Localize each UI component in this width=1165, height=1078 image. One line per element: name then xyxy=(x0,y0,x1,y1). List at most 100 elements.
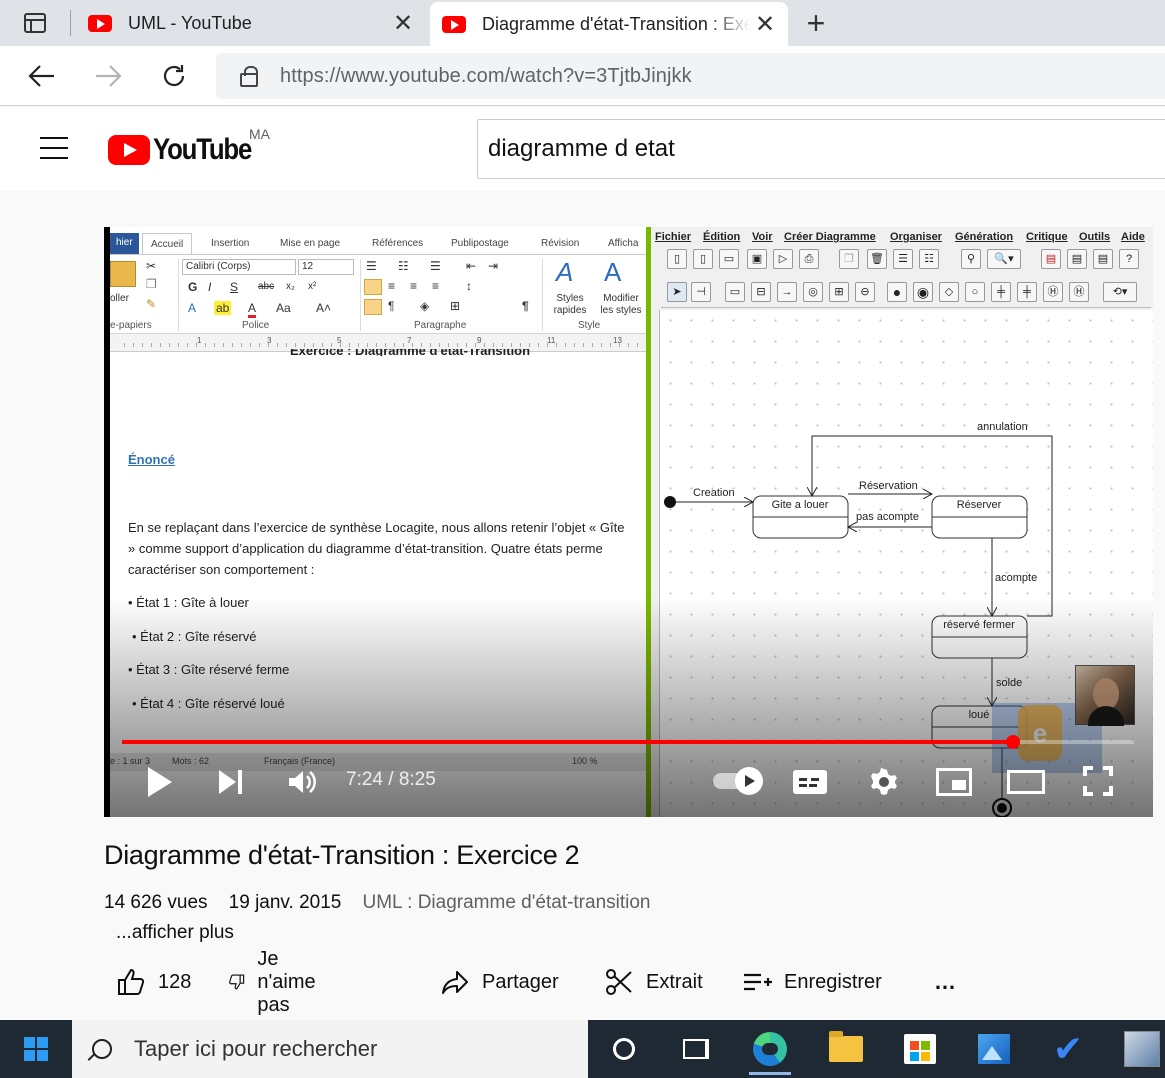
strikethrough-icon: abc xyxy=(258,281,275,292)
word-tab-file: hier xyxy=(110,233,139,255)
tab-close-icon[interactable]: ✕ xyxy=(750,10,780,39)
submachine-tool-icon: ⊞ xyxy=(829,282,849,302)
save-button[interactable]: Enregistrer xyxy=(742,962,882,1002)
presenter-webcam-thumbnail xyxy=(1075,665,1135,726)
mute-button[interactable] xyxy=(284,764,320,800)
word-tab: Révision xyxy=(541,238,580,249)
store-icon xyxy=(904,1034,936,1064)
playlist-link[interactable]: UML : Diagramme d'état-transition xyxy=(362,892,650,913)
checkmark-icon: ✔ xyxy=(1052,1028,1084,1069)
align-left-icon xyxy=(364,279,382,295)
print-icon: ⎙ xyxy=(799,249,819,269)
ruler-number: 9 xyxy=(477,336,482,345)
app-icon xyxy=(1124,1031,1160,1067)
browser-tab-active[interactable]: Diagramme d'état-Transition : Exercice 2… xyxy=(430,2,788,46)
open-icon: ▭ xyxy=(719,249,739,269)
uml-menu-item: Créer Diagramme xyxy=(784,231,876,243)
tab-separator xyxy=(70,10,71,36)
menu-hamburger-icon[interactable] xyxy=(40,137,68,159)
edge-icon xyxy=(753,1032,787,1066)
font-name-field: Calibri (Corps) xyxy=(182,259,296,275)
find-icon: ⚲ xyxy=(961,249,981,269)
tab-close-icon[interactable]: ✕ xyxy=(388,9,418,38)
file-explorer-button[interactable] xyxy=(827,1030,865,1068)
svg-text:Gite a louer: Gite a louer xyxy=(772,499,829,511)
notes-icon: ▤ xyxy=(1067,249,1087,269)
new-tab-button[interactable]: + xyxy=(798,4,834,42)
pinned-app-button[interactable] xyxy=(1123,1030,1161,1068)
task-view-button[interactable] xyxy=(677,1030,715,1068)
indent-icon: ⇤ xyxy=(466,259,477,273)
lock-icon[interactable] xyxy=(240,66,258,87)
settings-button[interactable] xyxy=(866,764,902,800)
thumbs-up-icon xyxy=(118,968,145,995)
word-tab: Références xyxy=(372,238,424,249)
theater-mode-button[interactable] xyxy=(1006,765,1046,799)
align-right-icon: ≡ xyxy=(410,279,418,293)
taskbar-search-placeholder[interactable]: Taper ici pour rechercher xyxy=(134,1036,377,1062)
photos-icon xyxy=(978,1034,1010,1064)
clip-button[interactable]: Extrait xyxy=(604,962,703,1002)
justify-icon: ≡ xyxy=(432,279,440,293)
video-player[interactable]: hier Accueil Insertion Mise en page Réfé… xyxy=(104,227,1153,817)
ruler-number: 5 xyxy=(337,336,342,345)
subtitles-button[interactable] xyxy=(792,765,828,799)
youtube-logo[interactable]: YouTube xyxy=(108,133,267,167)
more-tools-icon: ⟲▾ xyxy=(1103,282,1137,302)
start-button[interactable] xyxy=(0,1020,72,1078)
dislike-button[interactable]: Je n'aime pas xyxy=(228,948,328,1016)
choice-tool-icon: ◇ xyxy=(939,282,959,302)
svg-text:acompte: acompte xyxy=(995,572,1037,584)
miniplayer-button[interactable] xyxy=(934,765,974,799)
delete-icon: 🗑 xyxy=(867,249,887,269)
autoplay-toggle[interactable] xyxy=(708,767,763,795)
fork-tool-icon: ╪ xyxy=(991,282,1011,302)
group-label-clipboard: e-papiers xyxy=(110,320,152,331)
copy-icon: ❐ xyxy=(839,249,859,269)
search-box[interactable] xyxy=(477,119,1165,179)
change-styles-label: Modifier les styles xyxy=(600,293,642,316)
browser-tab-uml[interactable]: UML - YouTube ✕ xyxy=(76,0,426,46)
export-icon: ▷ xyxy=(773,249,793,269)
initial-state-tool-icon: ● xyxy=(887,282,907,302)
sync-state-tool-icon: ◎ xyxy=(803,282,823,302)
region-code: MA xyxy=(249,126,270,142)
address-bar[interactable]: https://www.youtube.com/watch?v=3TjtbJin… xyxy=(216,53,1165,99)
share-button[interactable]: Partager xyxy=(440,962,559,1002)
next-video-button[interactable] xyxy=(212,764,248,800)
svg-text:loué: loué xyxy=(969,709,990,721)
tab-actions-button[interactable] xyxy=(0,0,70,46)
uml-menu-item: Édition xyxy=(703,231,741,243)
search-icon xyxy=(92,1039,112,1059)
photos-button[interactable] xyxy=(975,1030,1013,1068)
progress-scrubber[interactable] xyxy=(1005,735,1020,749)
help-icon: ? xyxy=(1119,249,1139,269)
url-text[interactable]: https://www.youtube.com/watch?v=3TjtbJin… xyxy=(280,65,692,88)
state-bullet: • État 1 : Gîte à louer xyxy=(128,595,249,610)
state-reserve-fermer: réservé fermer xyxy=(931,615,1028,659)
deep-history-tool-icon: Ⓗ xyxy=(1069,282,1089,302)
distribute-icon: ☷ xyxy=(919,249,939,269)
progress-bar[interactable] xyxy=(122,735,1134,749)
edge-taskbar-button[interactable] xyxy=(751,1030,789,1068)
critique-icon: ▤ xyxy=(1041,249,1061,269)
video-word-window: hier Accueil Insertion Mise en page Réfé… xyxy=(110,227,646,817)
grow-font-icon: A˄ xyxy=(316,301,332,315)
play-button[interactable] xyxy=(142,764,178,800)
reload-button[interactable] xyxy=(154,56,194,96)
back-button[interactable] xyxy=(22,56,62,96)
show-marks-icon: ¶ xyxy=(522,299,529,313)
more-actions-button[interactable]: … xyxy=(934,962,956,1002)
cortana-icon xyxy=(613,1038,635,1060)
forward-button[interactable] xyxy=(88,56,128,96)
todo-button[interactable]: ✔ xyxy=(1049,1030,1087,1068)
store-button[interactable] xyxy=(901,1030,939,1068)
show-more-link[interactable]: ...afficher plus xyxy=(116,922,234,944)
taskbar-search[interactable]: Taper ici pour rechercher xyxy=(72,1020,588,1078)
fullscreen-button[interactable] xyxy=(1080,763,1116,799)
fullscreen-icon xyxy=(1083,766,1113,796)
change-case-icon: Aa xyxy=(276,301,291,315)
search-input[interactable] xyxy=(478,120,1165,178)
cortana-button[interactable] xyxy=(605,1030,643,1068)
like-button[interactable]: 128 xyxy=(116,962,191,1002)
